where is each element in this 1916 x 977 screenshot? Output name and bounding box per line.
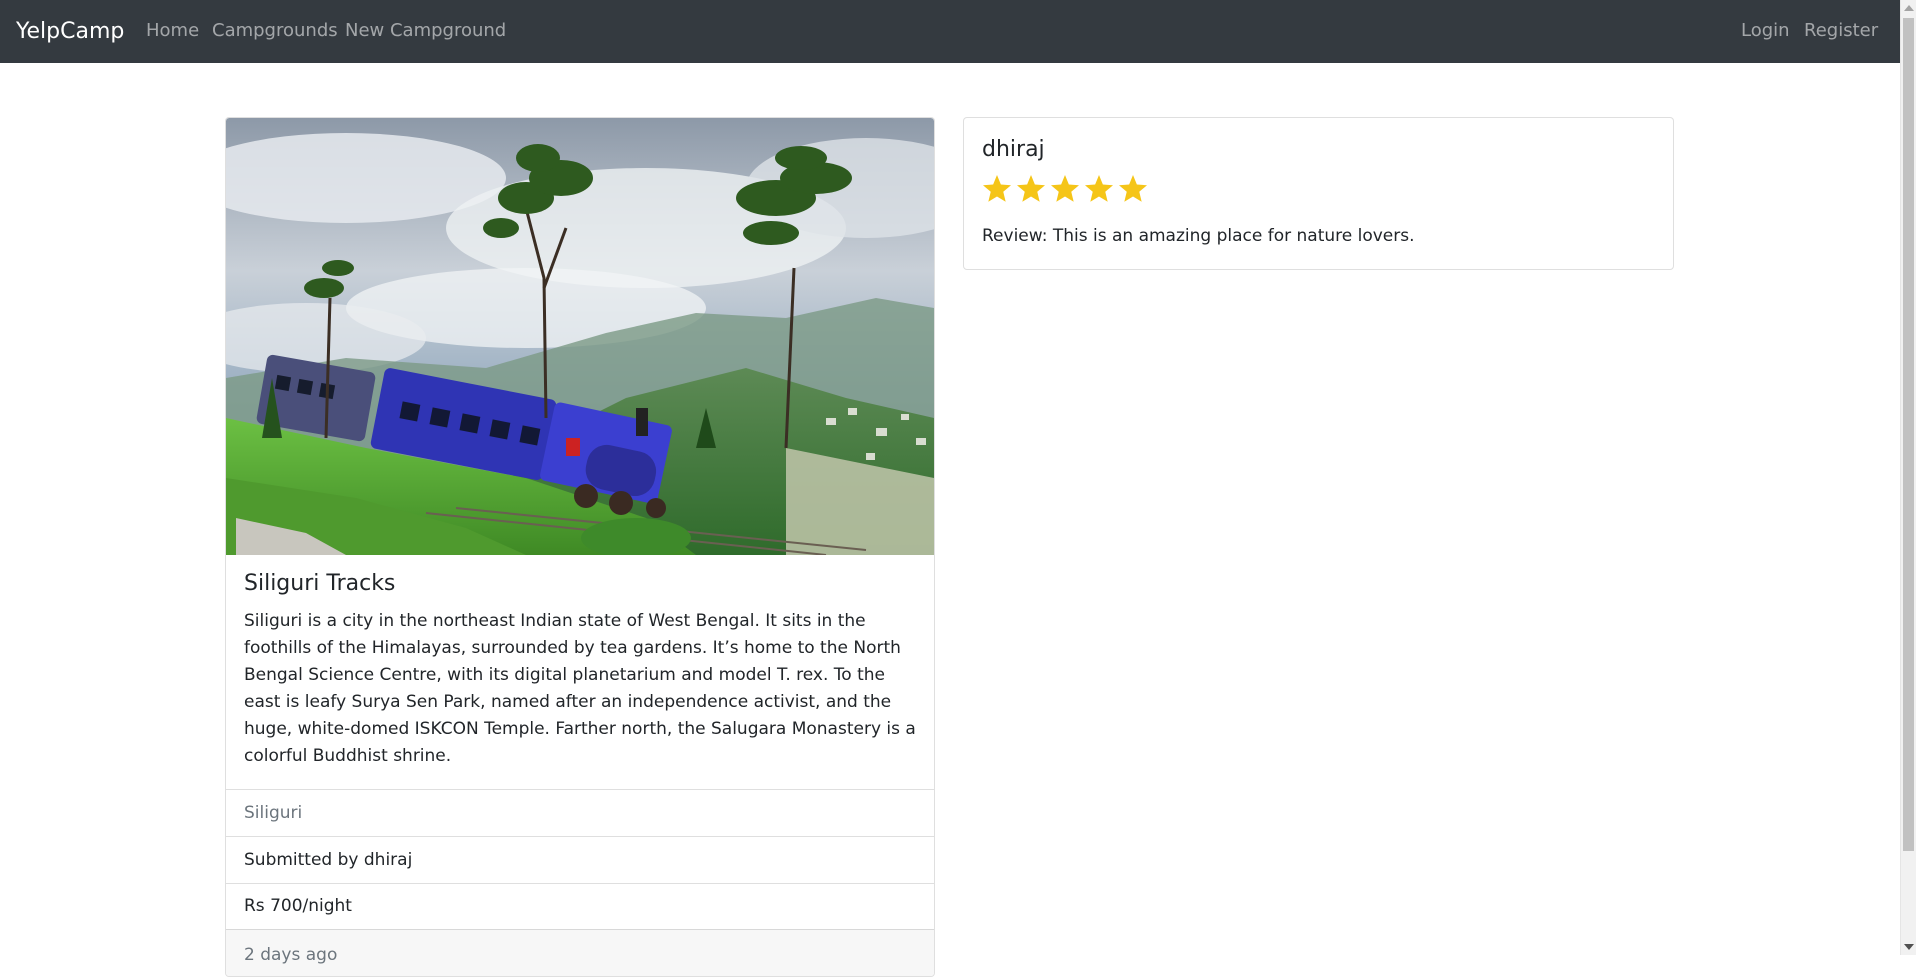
- star-icon: [1085, 175, 1113, 202]
- star-icon: [1051, 175, 1079, 202]
- scroll-down-arrow-icon[interactable]: [1904, 944, 1914, 950]
- campground-photo-train-hills-icon: [226, 118, 934, 555]
- nav-login-link[interactable]: Login: [1741, 0, 1790, 62]
- page-scrollbar[interactable]: [1900, 0, 1916, 955]
- review-card: dhiraj Review: This is an amazing place …: [963, 117, 1674, 270]
- nav-home-link[interactable]: Home: [146, 0, 199, 62]
- review-text: Review: This is an amazing place for nat…: [982, 226, 1415, 246]
- campground-price: Rs 700/night: [226, 883, 934, 929]
- review-author: dhiraj: [982, 137, 1045, 162]
- star-icon: [983, 175, 1011, 202]
- scrollbar-thumb[interactable]: [1903, 18, 1914, 851]
- nav-campgrounds-link[interactable]: Campgrounds: [212, 0, 338, 62]
- campground-description: Siliguri is a city in the northeast Indi…: [244, 611, 916, 766]
- campground-location: Siliguri: [226, 789, 934, 836]
- top-navbar: YelpCamp Home Campgrounds New Campground…: [0, 0, 1900, 63]
- brand-link[interactable]: YelpCamp: [16, 0, 124, 63]
- campground-author: Submitted by dhiraj: [226, 836, 934, 883]
- nav-new-campground-link[interactable]: New Campground: [345, 0, 506, 62]
- star-icon: [1017, 175, 1045, 202]
- campground-card: Siliguri Tracks Siliguri is a city in th…: [225, 117, 935, 977]
- star-icon: [1119, 175, 1147, 202]
- nav-register-link[interactable]: Register: [1804, 0, 1878, 62]
- campground-posted-time: 2 days ago: [226, 929, 934, 976]
- star-rating: [981, 173, 1149, 207]
- campground-title: Siliguri Tracks: [244, 571, 396, 596]
- scroll-up-arrow-icon[interactable]: [1904, 5, 1914, 11]
- campground-image: [226, 118, 934, 555]
